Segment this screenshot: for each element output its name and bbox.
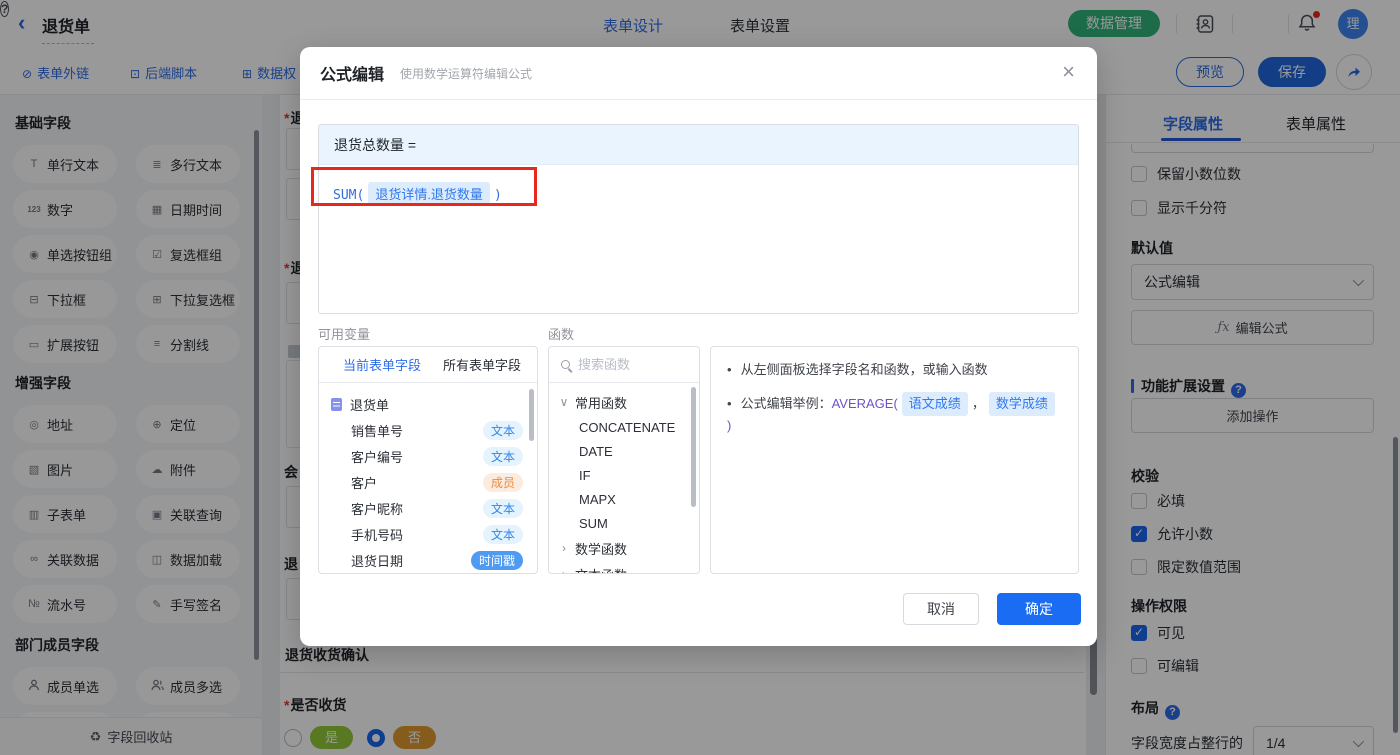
caret-right-icon: › [562,541,566,555]
group-math-functions[interactable]: › 数学函数 [549,535,699,561]
function-item[interactable]: CONCATENATE [549,415,699,439]
dialog-header: 公式编辑 使用数学运算符编辑公式 × [300,47,1097,100]
example-chip-2: 数学成绩 [988,392,1055,416]
function-search-row [549,347,699,383]
dialog-subtitle: 使用数学运算符编辑公式 [400,66,533,81]
dialog-footer: 取消 确定 [903,593,1081,625]
search-icon [561,360,570,369]
function-item[interactable]: MAPX [549,487,699,511]
tab-current-form-fields[interactable]: 当前表单字段 [343,355,421,374]
close-icon[interactable]: × [1058,59,1079,85]
help-tip-2: • 公式编辑举例：AVERAGE(语文成绩，数学成绩) [727,392,1062,436]
type-badge: 文本 [482,420,523,440]
bullet: • [727,396,732,411]
variable-field[interactable]: 客户编号 文本 [319,443,537,469]
variables-scrollbar[interactable] [529,389,534,441]
formula-editor-dialog: 公式编辑 使用数学运算符编辑公式 × 退货总数量 = SUM(退货详情.退货数量… [300,47,1097,646]
confirm-button[interactable]: 确定 [997,593,1081,625]
help-label-spacer [710,324,1079,340]
function-search-input[interactable] [578,357,678,372]
dialog-body: 退货总数量 = SUM(退货详情.退货数量) 可用变量 当前表单字段 所有表单字… [300,124,1097,574]
type-badge: 成员 [482,472,523,492]
formula-function-close: ) [493,188,502,203]
formula-target: 退货总数量 = [319,125,1078,165]
dialog-title: 公式编辑 [320,67,385,84]
variable-field[interactable]: 手机号码 文本 [319,521,537,547]
formula-function-open: SUM( [333,188,365,203]
functions-column: 函数 ∨常用函数 CONCATENATE DATE IF MAPX SUM ›数… [548,324,700,574]
function-item[interactable]: SUM [549,511,699,535]
help-column: • 从左侧面板选择字段名和函数，或输入函数 • 公式编辑举例：AVERAGE(语文成… [710,324,1079,574]
function-item[interactable]: DATE [549,439,699,463]
variables-panel: 当前表单字段 所有表单字段 退货单 销售单号 文本 客户编号 文本 客户 成员 客户昵… [318,346,538,574]
bullet: • [727,362,732,377]
caret-right-icon: › [562,567,566,574]
tree-root-form[interactable]: 退货单 [319,391,537,417]
form-doc-icon [331,397,342,411]
cancel-button[interactable]: 取消 [903,593,979,625]
example-function: AVERAGE( [831,396,898,411]
variable-field[interactable]: 客户昵称 文本 [319,495,537,521]
functions-label: 函数 [548,327,575,342]
dialog-columns: 可用变量 当前表单字段 所有表单字段 退货单 销售单号 文本 客户编号 文本 客户成… [318,324,1079,574]
example-close-paren: ) [727,418,732,433]
tab-all-form-fields[interactable]: 所有表单字段 [443,355,521,374]
variables-tree: 退货单 销售单号 文本 客户编号 文本 客户 成员 客户昵称 文本 手机号码 文本 退货日… [319,383,537,573]
variable-field[interactable]: 客户 成员 [319,469,537,495]
variable-field[interactable]: 退货日期 时间戳 [319,547,537,573]
type-badge: 文本 [482,524,523,544]
formula-input-area[interactable]: SUM(退货详情.退货数量) [319,165,1078,313]
caret-down-icon: ∨ [559,395,569,409]
functions-scrollbar[interactable] [691,387,696,507]
group-text-functions[interactable]: ›文本函数 [549,561,699,574]
help-panel: • 从左侧面板选择字段名和函数，或输入函数 • 公式编辑举例：AVERAGE(语文成… [710,346,1079,574]
variables-label: 可用变量 [318,327,371,342]
type-badge: 时间戳 [470,550,523,570]
type-badge: 文本 [482,446,523,466]
function-item[interactable]: IF [549,463,699,487]
type-badge: 文本 [482,498,523,518]
example-chip-1: 语文成绩 [901,392,968,416]
variables-column: 可用变量 当前表单字段 所有表单字段 退货单 销售单号 文本 客户编号 文本 客户成… [318,324,538,574]
functions-panel: ∨常用函数 CONCATENATE DATE IF MAPX SUM ›数学函数… [548,346,700,574]
formula-field-chip[interactable]: 退货详情.退货数量 [368,182,490,205]
help-tip-1: • 从左侧面板选择字段名和函数，或输入函数 [727,362,988,377]
variable-field[interactable]: 销售单号 文本 [319,417,537,443]
group-common-functions[interactable]: ∨ 常用函数 [549,389,699,415]
formula-editor-box: 退货总数量 = SUM(退货详情.退货数量) [318,124,1079,314]
variables-tabs: 当前表单字段 所有表单字段 [319,347,537,383]
